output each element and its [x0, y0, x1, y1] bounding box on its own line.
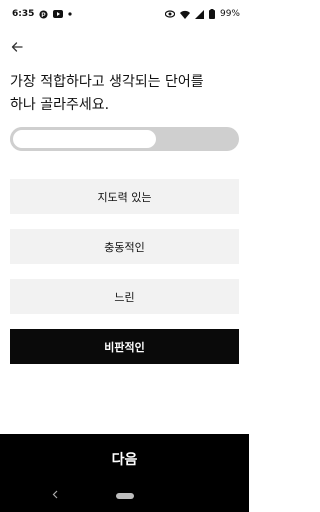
- svg-text:P: P: [42, 11, 46, 18]
- status-time: 6:35: [12, 9, 35, 19]
- progress-fill: [10, 127, 159, 151]
- signal-icon: [194, 9, 204, 19]
- status-left: 6:35 P: [12, 9, 72, 19]
- p-app-icon: P: [39, 9, 48, 19]
- option-leadership[interactable]: 지도력 있는: [10, 179, 239, 214]
- question-line-1: 가장 적합하다고 생각되는 단어를: [10, 74, 204, 90]
- nav-home-pill[interactable]: [116, 493, 134, 499]
- battery-percent: 99%: [219, 9, 240, 19]
- status-right: 99%: [164, 9, 240, 19]
- next-button[interactable]: 다음: [0, 434, 249, 484]
- question-line-2: 하나 골라주세요.: [10, 97, 110, 113]
- option-label: 느린: [114, 290, 135, 304]
- option-critical[interactable]: 비판적인: [10, 329, 239, 364]
- progress-bar: [10, 127, 239, 151]
- option-label: 비판적인: [104, 340, 145, 354]
- back-button[interactable]: [6, 36, 28, 58]
- question-text: 가장 적합하다고 생각되는 단어를 하나 골라주세요.: [10, 71, 240, 117]
- nav-back-button[interactable]: [48, 488, 62, 502]
- status-bar: 6:35 P 99%: [0, 0, 249, 28]
- arrow-left-icon: [11, 38, 23, 57]
- option-impulsive[interactable]: 충동적인: [10, 229, 239, 264]
- bottom-bar: 다음: [0, 434, 249, 512]
- next-button-label: 다음: [111, 452, 138, 468]
- option-label: 충동적인: [104, 240, 145, 254]
- option-slow[interactable]: 느린: [10, 279, 239, 314]
- youtube-icon: [53, 10, 64, 18]
- chevron-left-icon: [52, 489, 58, 502]
- eye-icon: [164, 10, 175, 18]
- battery-icon: [208, 9, 215, 19]
- option-label: 지도력 있는: [97, 190, 152, 204]
- dot-icon: [68, 12, 72, 16]
- wifi-icon: [179, 10, 190, 19]
